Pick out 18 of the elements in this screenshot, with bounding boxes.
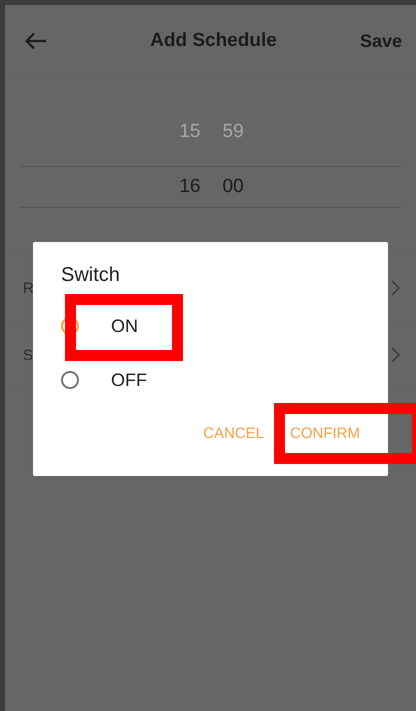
screen-title: Add Schedule: [149, 30, 278, 52]
option-label[interactable]: OFF: [111, 370, 147, 390]
minute-value[interactable]: 00: [210, 176, 401, 198]
save-button[interactable]: Save: [360, 30, 402, 52]
radio-button[interactable]: [61, 317, 79, 335]
hour-value[interactable]: 16: [20, 176, 210, 198]
back-arrow-icon[interactable]: [25, 32, 47, 50]
minute-value[interactable]: 59: [210, 121, 401, 143]
setting-label: R: [23, 280, 34, 296]
setting-label: S: [23, 346, 34, 364]
hour-value[interactable]: 15: [20, 121, 210, 143]
dialog-button[interactable]: CANCEL: [201, 421, 266, 446]
option-label[interactable]: ON: [111, 316, 138, 336]
radio-button[interactable]: [61, 371, 79, 389]
dialog-title: Switch: [61, 264, 121, 287]
dialog-button[interactable]: CONFIRM: [288, 421, 362, 446]
chevron-right-icon[interactable]: [391, 347, 400, 363]
chevron-right-icon[interactable]: [391, 280, 400, 296]
